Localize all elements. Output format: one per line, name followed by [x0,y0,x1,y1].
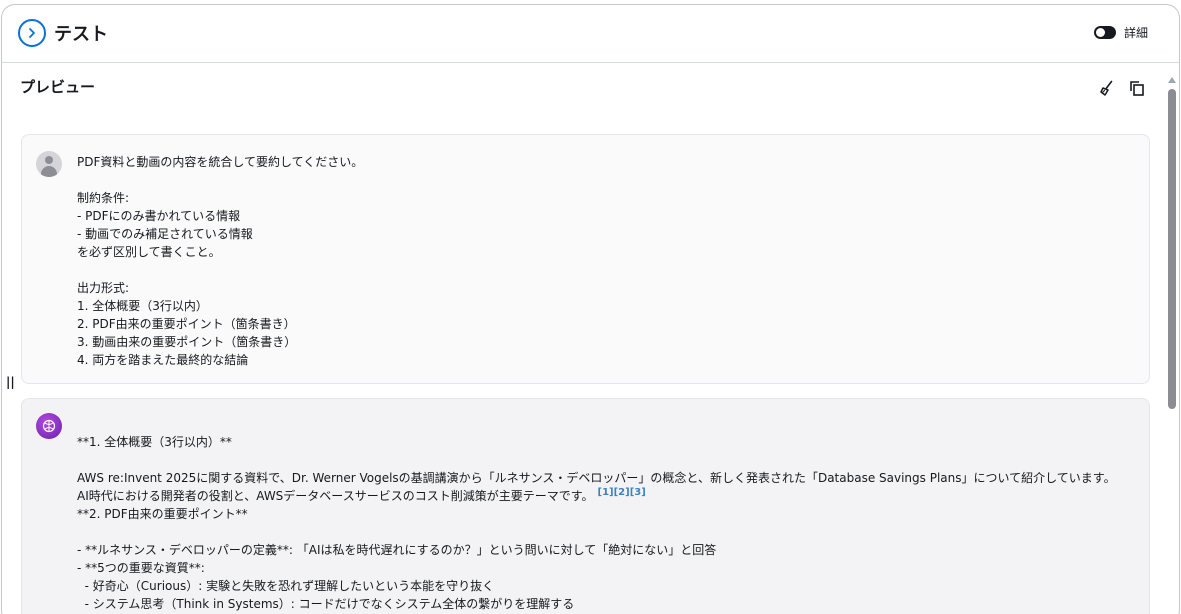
brush-icon[interactable] [1098,79,1116,97]
details-toggle[interactable]: 詳細 [1093,24,1148,41]
chevron-right-icon [29,28,35,38]
user-message-text: PDF資料と動画の内容を統合して要約してください。 制約条件: - PDFにのみ… [77,155,364,367]
user-avatar-icon [36,151,62,177]
ai-message-text: **1. 全体概要（3行以内）** AWS re:Invent 2025に関する… [77,435,1116,611]
user-message: PDF資料と動画の内容を統合して要約してください。 制約条件: - PDFにのみ… [21,134,1150,384]
scroll-up-arrow[interactable] [1168,77,1176,83]
scrollbar[interactable] [1166,75,1178,614]
page-title: テスト [54,24,108,45]
ai-avatar-icon [36,413,62,439]
app-window: テスト 詳細 プレビュー || PDF資料と動画の内容を統合して要約してください… [1,4,1180,614]
preview-title: プレビュー [20,78,96,96]
toggle-switch[interactable] [1093,26,1116,39]
details-toggle-label: 詳細 [1123,26,1148,40]
copy-icon[interactable] [1128,79,1146,97]
resize-handle[interactable]: || [6,375,15,389]
expand-button[interactable] [18,19,46,47]
preview-toolbar: プレビュー [18,71,1149,115]
ai-message: **1. 全体概要（3行以内）** AWS re:Invent 2025に関する… [21,398,1150,614]
citation-links[interactable]: [1][2][3] [598,487,646,498]
scroll-thumb[interactable] [1168,89,1176,409]
header: テスト 詳細 [2,5,1179,63]
